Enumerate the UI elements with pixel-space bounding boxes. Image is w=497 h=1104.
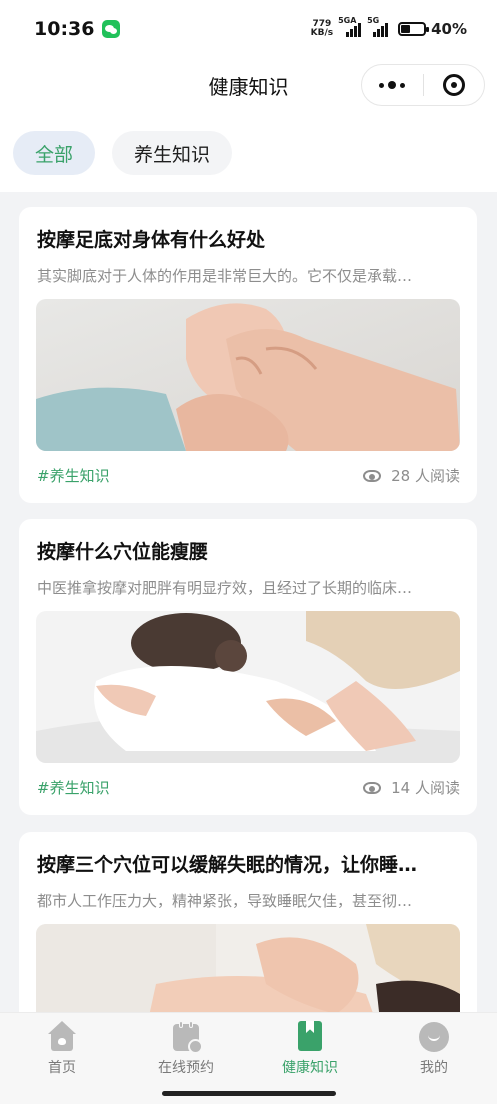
article-card[interactable]: 按摩足底对身体有什么好处 其实脚底对于人体的作用是非常巨大的。它不仅是承载… #… xyxy=(19,207,477,503)
back-massage-photo xyxy=(36,924,460,1012)
article-card[interactable]: 按摩三个穴位可以缓解失眠的情况，让你睡… 都市人工作压力大，精神紧张，导致睡眠欠… xyxy=(19,832,477,1012)
article-title: 按摩足底对身体有什么好处 xyxy=(37,229,266,251)
network-speed-unit: KB/s xyxy=(310,28,334,38)
more-dots-icon xyxy=(379,82,385,88)
target-close-icon xyxy=(442,74,465,96)
eye-icon xyxy=(363,469,382,482)
profile-icon xyxy=(418,1021,450,1053)
signal-5g-label: 5G xyxy=(367,16,380,25)
network-speed: 779 KB/s xyxy=(311,20,333,38)
waist-massage-photo xyxy=(36,611,460,763)
tab-all[interactable]: 全部 xyxy=(13,131,96,175)
category-tabs: 全部 养生知识 xyxy=(0,114,497,192)
article-summary: 中医推拿按摩对肥胖有明显疗效，且经过了长期的临床… xyxy=(37,579,413,597)
read-count: 28 人阅读 xyxy=(363,465,460,486)
article-summary: 其实脚底对于人体的作用是非常巨大的。它不仅是承载… xyxy=(37,267,413,285)
article-list[interactable]: 按摩足底对身体有什么好处 其实脚底对于人体的作用是非常巨大的。它不仅是承载… #… xyxy=(0,192,497,1012)
tabbar-label: 健康知识 xyxy=(282,1060,338,1076)
read-count-text: 14 人阅读 xyxy=(391,779,460,797)
tabbar-label: 首页 xyxy=(48,1060,76,1076)
article-summary: 都市人工作压力大，精神紧张，导致睡眠欠佳，甚至彻… xyxy=(37,892,413,910)
read-count: 14 人阅读 xyxy=(363,777,460,798)
status-indicators: 779 KB/s 5GA 5G 40% xyxy=(311,16,467,38)
navigation-bar: 健康知识 xyxy=(0,58,497,114)
foot-massage-photo xyxy=(36,299,460,451)
article-tag[interactable]: #养生知识 xyxy=(37,777,110,798)
tabbar-item-me[interactable]: 我的 xyxy=(372,1021,496,1077)
tabbar-item-home[interactable]: 首页 xyxy=(0,1021,124,1077)
tabbar-item-health-knowledge[interactable]: 健康知识 xyxy=(248,1021,372,1077)
tabbar-label: 在线预约 xyxy=(158,1060,214,1076)
tab-health-knowledge[interactable]: 养生知识 xyxy=(112,131,233,175)
miniprogram-capsule xyxy=(361,64,485,106)
article-title: 按摩三个穴位可以缓解失眠的情况，让你睡… xyxy=(37,854,418,876)
signal-5ga-label: 5GA xyxy=(338,16,357,25)
signal-5g-icon: 5G xyxy=(367,16,389,37)
read-count-text: 28 人阅读 xyxy=(391,467,460,485)
status-time: 10:36 xyxy=(34,18,95,40)
battery-icon xyxy=(398,22,430,36)
battery-percent: 40% xyxy=(431,20,467,38)
eye-icon xyxy=(363,781,382,794)
status-bar: 10:36 779 KB/s 5GA 5G 40% xyxy=(0,0,497,58)
article-card[interactable]: 按摩什么穴位能瘦腰 中医推拿按摩对肥胖有明显疗效，且经过了长期的临床… #养生知… xyxy=(19,519,477,815)
home-icon xyxy=(46,1021,78,1053)
close-miniprogram-button[interactable] xyxy=(423,65,484,105)
calendar-icon xyxy=(170,1021,203,1054)
article-tag[interactable]: #养生知识 xyxy=(37,465,110,486)
wechat-icon xyxy=(102,20,121,38)
signal-5ga-icon: 5GA xyxy=(338,16,362,37)
tabbar-label: 我的 xyxy=(420,1060,448,1076)
home-indicator[interactable] xyxy=(162,1091,336,1096)
book-icon xyxy=(294,1021,326,1053)
article-title: 按摩什么穴位能瘦腰 xyxy=(37,541,209,563)
more-menu-button[interactable] xyxy=(362,65,423,105)
tabbar-item-booking[interactable]: 在线预约 xyxy=(124,1021,248,1077)
